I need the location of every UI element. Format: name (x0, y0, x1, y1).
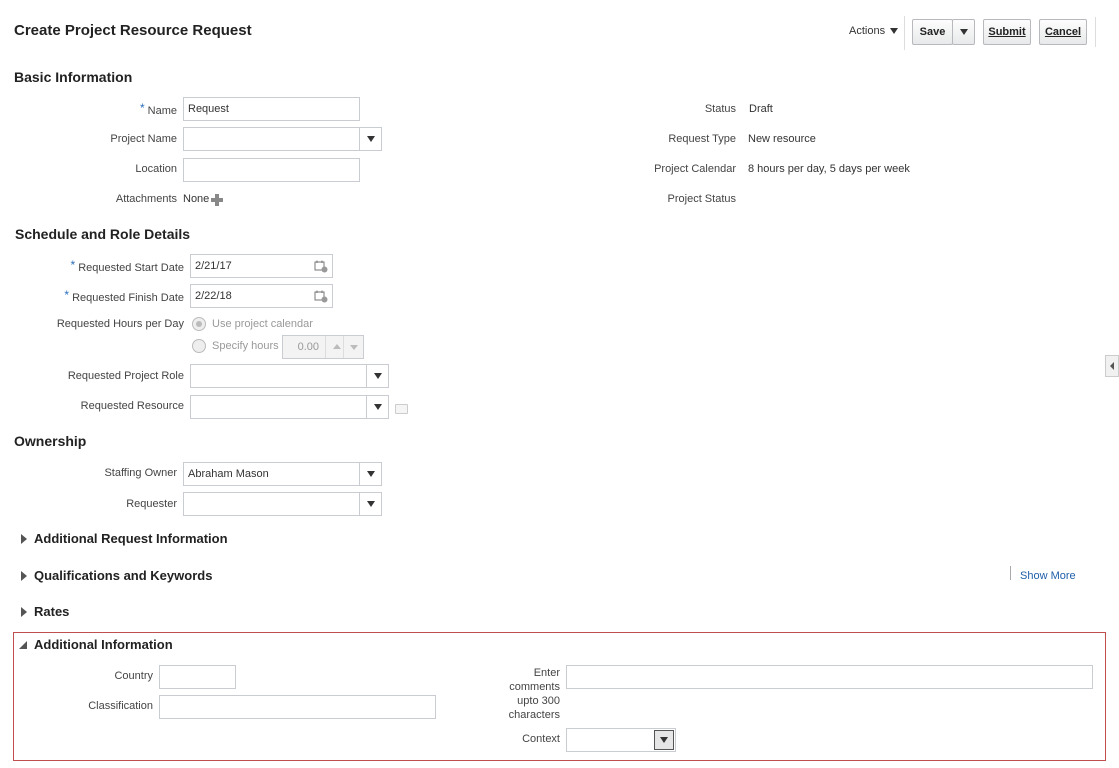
project-name-select[interactable] (183, 127, 382, 151)
status-label: Status (704, 103, 736, 115)
expand-icon[interactable] (21, 606, 27, 617)
country-label: Country (114, 670, 153, 682)
attachments-label: Attachments (115, 193, 177, 205)
expand-icon[interactable] (21, 533, 27, 544)
cancel-label: Cancel (1044, 26, 1082, 38)
dropdown-button[interactable] (359, 463, 381, 485)
request-type-value: New resource (748, 133, 816, 145)
dropdown-button[interactable] (359, 128, 381, 150)
section-heading-additional-information: Additional Information (34, 637, 173, 652)
section-heading-schedule: Schedule and Role Details (15, 226, 191, 242)
context-select[interactable] (566, 728, 676, 752)
actions-menu[interactable]: Actions (849, 25, 899, 37)
toolbar-divider (904, 16, 905, 50)
use-calendar-label: Use project calendar (212, 318, 313, 330)
calendar-icon[interactable] (314, 259, 328, 273)
hours-stepper[interactable]: 0.00 (282, 335, 364, 359)
status-value: Draft (749, 103, 773, 115)
dropdown-button[interactable] (366, 365, 388, 387)
chevron-down-icon (373, 404, 382, 410)
requester-select[interactable] (183, 492, 382, 516)
hours-value: 0.00 (297, 341, 319, 353)
dropdown-button[interactable] (359, 493, 381, 515)
comments-input[interactable] (566, 665, 1093, 689)
section-toggle-additional-request[interactable]: Additional Request Information (21, 531, 228, 546)
attachments-value: None (183, 193, 210, 205)
project-role-select[interactable] (190, 364, 389, 388)
chevron-down-icon (373, 373, 382, 379)
dropdown-button[interactable] (654, 730, 674, 750)
project-calendar-value: 8 hours per day, 5 days per week (748, 163, 910, 175)
chevron-down-icon (366, 136, 375, 142)
finish-date-label: * Requested Finish Date (64, 288, 184, 304)
cancel-button[interactable]: Cancel (1039, 19, 1087, 45)
chevron-down-icon (366, 471, 375, 477)
radio-selected[interactable] (192, 317, 206, 331)
name-input[interactable]: Request (183, 97, 360, 121)
section-heading-additional-request: Additional Request Information (34, 531, 228, 546)
finish-date-input[interactable]: 2/22/18 (190, 284, 333, 308)
project-status-label: Project Status (667, 193, 736, 205)
actions-label: Actions (849, 25, 886, 37)
requested-resource-label: Requested Resource (80, 400, 184, 412)
calendar-icon[interactable] (314, 289, 328, 303)
specify-hours-label: Specify hours (212, 340, 279, 352)
required-icon: * (64, 288, 70, 302)
chevron-left-icon (1110, 362, 1114, 370)
panel-splitter-handle[interactable] (1105, 355, 1119, 377)
add-attachment-icon[interactable] (211, 194, 223, 206)
use-calendar-option[interactable]: Use project calendar (192, 317, 313, 331)
staffing-owner-label: Staffing Owner (104, 467, 177, 479)
required-icon: * (70, 258, 76, 272)
increment-icon[interactable] (333, 344, 341, 349)
dropdown-button[interactable] (366, 396, 388, 418)
start-date-input[interactable]: 2/21/17 (190, 254, 333, 278)
location-input[interactable] (183, 158, 360, 182)
submit-button[interactable]: Submit (983, 19, 1031, 45)
country-input[interactable] (159, 665, 236, 689)
name-label: * Name (139, 101, 177, 117)
submit-label: Submit (988, 26, 1026, 38)
chevron-down-icon (890, 28, 899, 34)
requester-label: Requester (126, 498, 177, 510)
staffing-owner-select[interactable]: Abraham Mason (183, 462, 382, 486)
section-heading-qualifications: Qualifications and Keywords (34, 568, 213, 583)
requested-resource-select[interactable] (190, 395, 389, 419)
classification-input[interactable] (159, 695, 436, 719)
required-icon: * (139, 101, 145, 115)
save-button[interactable]: Save (912, 19, 953, 45)
chevron-down-icon (660, 737, 668, 743)
request-type-label: Request Type (668, 133, 736, 145)
decrement-icon[interactable] (350, 345, 358, 350)
save-menu-button[interactable] (952, 19, 975, 45)
expand-icon[interactable] (21, 570, 27, 581)
chevron-down-icon (366, 501, 375, 507)
section-toggle-additional-information[interactable]: Additional Information (19, 637, 173, 652)
save-label: Save (919, 26, 946, 38)
project-calendar-label: Project Calendar (654, 163, 736, 175)
chevron-down-icon (959, 29, 968, 35)
classification-label: Classification (88, 700, 153, 712)
section-heading-basic: Basic Information (14, 69, 133, 85)
radio-unselected[interactable] (192, 339, 206, 353)
specify-hours-option[interactable]: Specify hours (192, 339, 279, 353)
project-role-label: Requested Project Role (67, 370, 184, 382)
section-heading-rates: Rates (34, 604, 70, 619)
comments-label: Enter comments upto 300 characters (508, 667, 560, 721)
location-label: Location (135, 163, 177, 175)
toolbar-divider (1095, 17, 1096, 47)
collapse-icon[interactable] (19, 640, 27, 649)
section-toggle-rates[interactable]: Rates (21, 604, 69, 619)
show-more-link[interactable]: Show More (1020, 570, 1076, 582)
divider (1010, 566, 1011, 580)
start-date-label: * Requested Start Date (70, 258, 184, 274)
hours-per-day-label: Requested Hours per Day (56, 318, 184, 330)
section-heading-ownership: Ownership (14, 433, 87, 449)
section-toggle-qualifications[interactable]: Qualifications and Keywords (21, 568, 212, 583)
resource-details-icon[interactable] (395, 404, 408, 414)
context-label: Context (522, 733, 560, 745)
page-title: Create Project Resource Request (14, 22, 252, 39)
project-name-label: Project Name (110, 133, 177, 145)
